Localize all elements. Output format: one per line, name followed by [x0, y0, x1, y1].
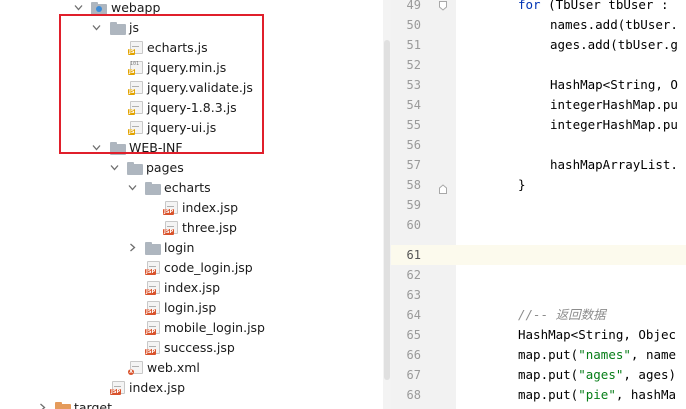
project-tree: webapp js JS echarts.js 101 JS jquery.min… — [0, 0, 383, 409]
line-number: 63 — [406, 288, 421, 302]
tree-item-file[interactable]: X web.xml — [0, 358, 383, 378]
code-line: HashMap<String, Objec — [518, 327, 677, 342]
line-number: 55 — [406, 118, 421, 132]
code-line: integerHashMap.pu — [550, 117, 678, 132]
xml-file-icon: X — [128, 361, 143, 375]
tree-item-label: login.jsp — [164, 300, 217, 315]
fold-marker-icon[interactable] — [439, 184, 447, 194]
chevron-down-icon[interactable] — [74, 3, 83, 12]
tree-item-label: login — [164, 240, 195, 255]
code-line: HashMap<String, O — [550, 77, 678, 92]
tree-item-label: pages — [146, 160, 184, 175]
code-editor[interactable]: for (TbUser tbUser : names.add(tbUser. a… — [456, 0, 686, 409]
line-number: 57 — [406, 158, 421, 172]
jsp-file-icon: JSP — [145, 261, 160, 275]
code-line: } — [518, 177, 526, 192]
jsp-file-icon: JSP — [145, 321, 160, 335]
line-number: 59 — [406, 198, 421, 212]
tree-item-label: index.jsp — [182, 200, 239, 215]
line-number-current: 61 — [406, 248, 421, 262]
line-number: 65 — [406, 328, 421, 342]
editor-gutter: 49 50 51 52 53 54 55 56 57 58 59 60 61 6… — [391, 0, 456, 409]
tree-item-label: mobile_login.jsp — [164, 320, 265, 335]
line-number: 51 — [406, 38, 421, 52]
tree-item-label: index.jsp — [164, 280, 221, 295]
jsp-file-icon: JSP — [163, 221, 178, 235]
jsp-file-icon: JSP — [110, 381, 125, 395]
tree-item-file[interactable]: JSP index.jsp — [0, 198, 383, 218]
chevron-down-icon[interactable] — [128, 183, 137, 192]
line-number: 53 — [406, 78, 421, 92]
code-line: map.put("pie", hashMa — [518, 387, 677, 402]
line-number: 64 — [406, 308, 421, 322]
line-number: 66 — [406, 348, 421, 362]
tree-item-label: three.jsp — [182, 220, 237, 235]
tree-item-target-folder[interactable]: target — [0, 398, 383, 409]
tree-item-login-folder[interactable]: login — [0, 238, 383, 258]
code-line: map.put("names", name — [518, 347, 677, 362]
highlight-box — [59, 14, 264, 154]
folder-icon — [145, 242, 161, 255]
tree-item-file[interactable]: JSP index.jsp — [0, 278, 383, 298]
tree-item-file[interactable]: JSP success.jsp — [0, 338, 383, 358]
folder-icon — [145, 182, 161, 195]
code-line: hashMapArrayList. — [550, 157, 678, 172]
line-number: 54 — [406, 98, 421, 112]
tree-item-file[interactable]: JSP mobile_login.jsp — [0, 318, 383, 338]
tree-item-file[interactable]: JSP login.jsp — [0, 298, 383, 318]
tree-item-label: target — [74, 400, 113, 409]
line-number: 52 — [406, 58, 421, 72]
chevron-down-icon[interactable] — [110, 163, 119, 172]
tree-item-label: code_login.jsp — [164, 260, 253, 275]
chevron-right-icon[interactable] — [128, 243, 137, 252]
code-line: integerHashMap.pu — [550, 97, 678, 112]
tree-item-pages-folder[interactable]: pages — [0, 158, 383, 178]
jsp-file-icon: JSP — [145, 301, 160, 315]
tree-item-label: echarts — [164, 180, 211, 195]
folder-icon — [127, 162, 143, 175]
line-number: 67 — [406, 368, 421, 382]
jsp-file-icon: JSP — [163, 201, 178, 215]
code-line: map.put("ages", ages) — [518, 367, 677, 382]
chevron-right-icon[interactable] — [38, 403, 47, 409]
tree-item-file[interactable]: JSP index.jsp — [0, 378, 383, 398]
line-number: 68 — [406, 388, 421, 402]
tree-item-label: index.jsp — [129, 380, 186, 395]
tree-item-file[interactable]: JSP three.jsp — [0, 218, 383, 238]
folder-icon — [55, 402, 71, 409]
line-number: 49 — [406, 0, 421, 12]
current-line-highlight — [456, 245, 686, 265]
line-number: 58 — [406, 178, 421, 192]
code-line: for (TbUser tbUser : — [518, 0, 669, 12]
code-line: names.add(tbUser. — [550, 17, 678, 32]
tree-item-echarts-folder[interactable]: echarts — [0, 178, 383, 198]
fold-marker-icon[interactable] — [439, 1, 447, 11]
line-number: 50 — [406, 18, 421, 32]
tree-scrollbar[interactable] — [383, 0, 391, 409]
jsp-file-icon: JSP — [145, 281, 160, 295]
line-number: 60 — [406, 218, 421, 232]
line-number: 56 — [406, 138, 421, 152]
code-comment: //-- 返回数据 — [518, 307, 606, 322]
code-line: ages.add(tbUser.g — [550, 37, 678, 52]
jsp-file-icon: JSP — [145, 341, 160, 355]
tree-item-file[interactable]: JSP code_login.jsp — [0, 258, 383, 278]
line-number: 62 — [406, 268, 421, 282]
scrollbar-thumb[interactable] — [384, 40, 390, 380]
tree-item-label: web.xml — [147, 360, 200, 375]
tree-item-label: success.jsp — [164, 340, 235, 355]
